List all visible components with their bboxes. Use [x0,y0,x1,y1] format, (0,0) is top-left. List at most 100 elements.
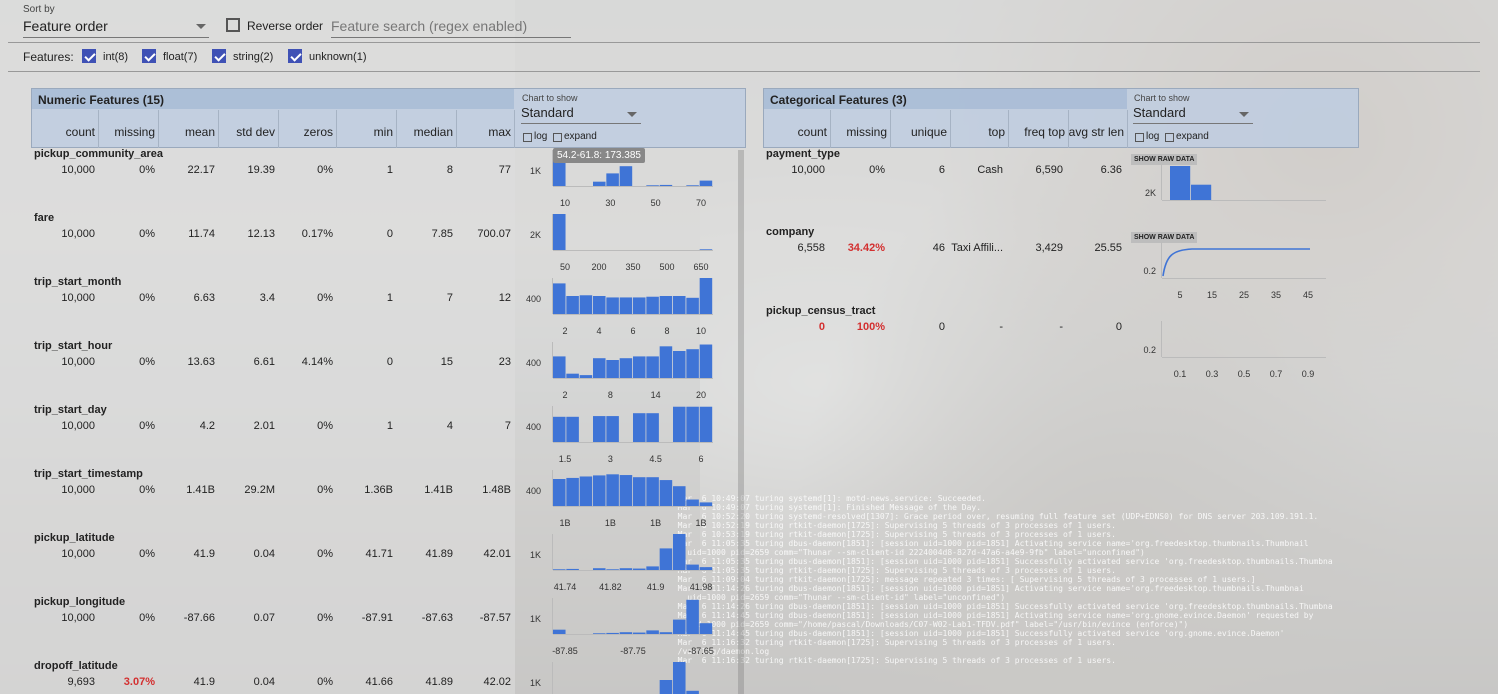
histogram-chart[interactable]: 1K -87.85 -87.75 -87.65 [520,598,720,662]
numeric-chart-select[interactable]: Standard [521,105,641,124]
numeric-col-header[interactable]: max [456,125,511,139]
histogram-bar[interactable] [633,632,646,634]
histogram-bar[interactable] [686,349,699,378]
histogram-bar[interactable] [699,278,713,314]
histogram-bar[interactable] [699,344,713,378]
histogram-bar[interactable] [699,180,713,186]
histogram-bar[interactable] [579,476,593,506]
histogram-bar[interactable] [699,502,713,506]
numeric-log-checkbox[interactable] [523,133,532,142]
histogram-bar[interactable] [686,406,699,442]
histogram-bar[interactable] [633,568,646,570]
histogram-bar[interactable] [606,569,619,570]
categorical-chart[interactable]: 0.2 0.1 0.3 0.5 0.7 0.9 [1130,321,1340,387]
categorical-col-header[interactable]: count [764,125,827,139]
histogram-bar[interactable] [593,296,606,314]
reverse-order-checkbox[interactable] [226,18,240,32]
categorical-col-header[interactable]: top [950,125,1005,139]
histogram-chart[interactable]: 1K [520,662,720,694]
histogram-bar[interactable] [593,358,606,378]
histogram-bar[interactable] [619,568,633,570]
histogram-bar[interactable] [633,297,646,314]
numeric-col-header[interactable]: missing [98,125,155,139]
histogram-chart[interactable]: 400 2 4 6 8 10 [520,278,720,342]
histogram-bar[interactable] [593,475,606,506]
histogram-bar[interactable] [673,406,686,442]
feature-search-input[interactable]: Feature search (regex enabled) [331,18,571,38]
feature-type-int-checkbox[interactable] [82,49,96,63]
histogram-bar[interactable] [659,480,673,506]
histogram-bar[interactable] [619,475,633,506]
histogram-bar[interactable] [593,181,606,186]
category-bar[interactable] [1191,184,1212,200]
histogram-bar[interactable] [699,623,713,634]
histogram-bar[interactable] [566,296,579,314]
histogram-bar[interactable] [659,296,673,314]
histogram-chart[interactable]: 1K 41.74 41.82 41.9 41.98 [520,534,720,598]
histogram-bar[interactable] [619,632,633,634]
histogram-bar[interactable] [553,479,566,506]
numeric-col-header[interactable]: mean [158,125,215,139]
categorical-expand-checkbox[interactable] [1165,133,1174,142]
histogram-bar[interactable] [673,351,686,378]
numeric-col-header[interactable]: count [32,125,95,139]
histogram-bar[interactable] [619,166,633,186]
histogram-bar[interactable] [606,360,619,378]
histogram-bar[interactable] [553,356,566,378]
feature-type-unknown-checkbox[interactable] [288,49,302,63]
sort-select[interactable]: Feature order [23,18,209,38]
histogram-chart[interactable]: 400 1.5 3 4.5 6 [520,406,720,470]
histogram-bar[interactable] [579,295,593,314]
feature-type-string-checkbox[interactable] [212,49,226,63]
histogram-bar[interactable] [593,416,606,442]
histogram-bar[interactable] [633,477,646,506]
cumulative-line[interactable] [1162,248,1310,277]
histogram-bar[interactable] [646,477,659,506]
histogram-bar[interactable] [699,406,713,442]
histogram-bar[interactable] [553,629,566,634]
histogram-bar[interactable] [659,680,673,694]
histogram-bar[interactable] [553,283,566,314]
histogram-bar[interactable] [606,297,619,314]
numeric-expand-checkbox[interactable] [553,133,562,142]
histogram-chart[interactable]: 400 1B 1B 1B 1B [520,470,720,534]
histogram-bar[interactable] [633,356,646,378]
categorical-chart-select[interactable]: Standard [1133,105,1253,124]
histogram-bar[interactable] [566,477,579,506]
histogram-bar[interactable] [686,297,699,314]
histogram-bar[interactable] [646,630,659,634]
feature-type-float-checkbox[interactable] [142,49,156,63]
histogram-bar[interactable] [619,358,633,378]
histogram-bar[interactable] [686,599,699,634]
histogram-bar[interactable] [646,356,659,378]
categorical-col-header[interactable]: missing [830,125,887,139]
categorical-chart[interactable]: 2K [1130,164,1340,230]
numeric-col-header[interactable]: zeros [278,125,333,139]
histogram-bar[interactable] [673,662,686,694]
numeric-col-header[interactable]: min [336,125,393,139]
histogram-bar[interactable] [553,416,566,442]
histogram-bar[interactable] [619,297,633,314]
histogram-chart[interactable]: 400 2 8 14 20 [520,342,720,406]
categorical-col-header[interactable]: avg str len [1068,125,1124,139]
histogram-bar[interactable] [659,346,673,378]
categorical-chart[interactable]: 0.2 5 15 25 35 45 [1130,242,1340,308]
histogram-bar[interactable] [593,568,606,570]
histogram-bar[interactable] [606,474,619,506]
histogram-bar[interactable] [646,413,659,442]
histogram-bar[interactable] [673,486,686,506]
histogram-bar[interactable] [606,416,619,442]
histogram-bar[interactable] [566,568,579,570]
histogram-bar[interactable] [686,185,699,186]
histogram-bar[interactable] [579,375,593,378]
numeric-col-header[interactable]: median [396,125,453,139]
histogram-bar[interactable] [686,564,699,570]
histogram-bar[interactable] [633,413,646,442]
histogram-bar[interactable] [673,619,686,634]
histogram-bar[interactable] [566,373,579,378]
categorical-col-header[interactable]: unique [890,125,947,139]
histogram-bar[interactable] [553,214,566,250]
histogram-bar[interactable] [699,249,713,250]
histogram-bar[interactable] [659,548,673,570]
histogram-bar[interactable] [673,534,686,570]
